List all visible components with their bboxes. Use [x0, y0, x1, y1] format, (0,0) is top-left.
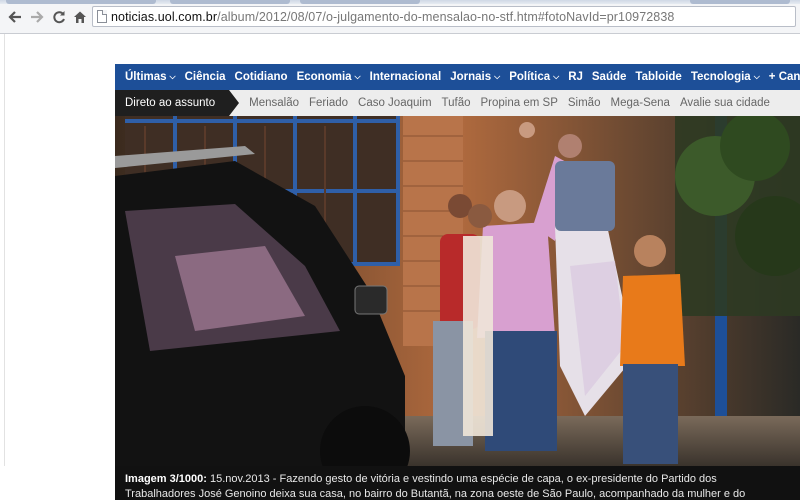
back-button[interactable]	[6, 8, 24, 26]
url-host: noticias.uol.com.br	[111, 10, 218, 24]
page-content: Últimas ⌵ Ciência Cotidiano Economia ⌵ Int…	[0, 34, 800, 500]
subnav-title: Direto ao assunto	[125, 97, 216, 109]
topic-link-simao[interactable]: Simão	[568, 97, 601, 109]
chevron-down-icon: ⌵	[553, 72, 560, 81]
divider	[4, 34, 5, 466]
nav-item-jornais[interactable]: Jornais ⌵	[450, 71, 500, 83]
nav-item-cotidiano[interactable]: Cotidiano	[235, 71, 288, 83]
url-text[interactable]: noticias.uol.com.br/album/2012/08/07/o-j…	[111, 10, 674, 24]
address-bar[interactable]: noticias.uol.com.br/album/2012/08/07/o-j…	[92, 6, 796, 27]
url-path: /album/2012/08/07/o-julgamento-do-mensal…	[217, 10, 675, 24]
nav-label: Jornais	[450, 71, 492, 83]
nav-label: RJ	[568, 71, 583, 83]
direto-ao-assunto-label: Direto ao assunto	[115, 90, 240, 116]
caption-text: 15.nov.2013 - Fazendo gesto de vitória e…	[125, 473, 746, 500]
topic-link-feriado[interactable]: Feriado	[309, 97, 348, 109]
news-photo[interactable]	[115, 116, 800, 466]
home-icon	[74, 11, 86, 23]
tab[interactable]	[690, 0, 790, 4]
nav-item-saude[interactable]: Saúde	[592, 71, 627, 83]
nav-label: Cotidiano	[234, 71, 288, 83]
nav-item-internacional[interactable]: Internacional	[370, 71, 442, 83]
home-button[interactable]	[71, 8, 89, 26]
tab[interactable]	[300, 0, 420, 4]
chevron-down-icon: ⌵	[494, 72, 501, 81]
forward-arrow-icon	[31, 11, 44, 23]
reload-icon	[53, 11, 65, 24]
nav-label: Política	[509, 71, 551, 83]
nav-item-tecnologia[interactable]: Tecnologia ⌵	[691, 71, 760, 83]
tab-strip	[0, 0, 800, 4]
nav-label: Internacional	[369, 71, 442, 83]
tab[interactable]	[6, 0, 156, 4]
chevron-down-icon: ⌵	[753, 72, 760, 81]
nav-item-politica[interactable]: Política ⌵	[509, 71, 559, 83]
nav-label: Economia	[296, 71, 352, 83]
topic-link-mensalao[interactable]: Mensalão	[249, 97, 299, 109]
nav-label: + Canais	[768, 71, 800, 83]
nav-label: Tecnologia	[690, 71, 751, 83]
photo-caption: Imagem 3/1000: 15.nov.2013 - Fazendo ges…	[115, 466, 800, 500]
nav-item-rj[interactable]: RJ	[568, 71, 583, 83]
caption-label: Imagem 3/1000:	[125, 473, 207, 485]
topic-link-avalie-sua-cidade[interactable]: Avalie sua cidade	[680, 97, 770, 109]
nav-label: Saúde	[591, 71, 627, 83]
back-arrow-icon	[8, 11, 21, 23]
photo-illustration	[115, 116, 800, 466]
reload-button[interactable]	[50, 8, 68, 26]
nav-label: Tabloide	[635, 71, 682, 83]
main-nav: Últimas ⌵ Ciência Cotidiano Economia ⌵ Int…	[115, 64, 800, 90]
browser-toolbar: noticias.uol.com.br/album/2012/08/07/o-j…	[0, 0, 800, 34]
nav-label: Ciência	[184, 71, 226, 83]
nav-item-ciencia[interactable]: Ciência	[185, 71, 226, 83]
page-icon	[97, 10, 107, 23]
chevron-down-icon: ⌵	[169, 72, 176, 81]
sub-nav: Direto ao assunto Mensalão Feriado Caso …	[115, 90, 800, 116]
topic-links: Mensalão Feriado Caso Joaquim Tufão Prop…	[249, 97, 780, 109]
nav-item-canais[interactable]: + Canais⌵	[769, 71, 800, 83]
nav-item-ultimas[interactable]: Últimas ⌵	[125, 71, 176, 83]
topic-link-mega-sena[interactable]: Mega-Sena	[610, 97, 669, 109]
topic-link-tufao[interactable]: Tufão	[442, 97, 471, 109]
topic-link-propina-em-sp[interactable]: Propina em SP	[481, 97, 558, 109]
forward-button[interactable]	[28, 8, 46, 26]
nav-item-tabloide[interactable]: Tabloide	[635, 71, 681, 83]
chevron-down-icon: ⌵	[354, 72, 361, 81]
nav-label: Últimas	[125, 71, 167, 83]
nav-item-economia[interactable]: Economia ⌵	[297, 71, 361, 83]
topic-link-caso-joaquim[interactable]: Caso Joaquim	[358, 97, 432, 109]
tab[interactable]	[170, 0, 290, 4]
